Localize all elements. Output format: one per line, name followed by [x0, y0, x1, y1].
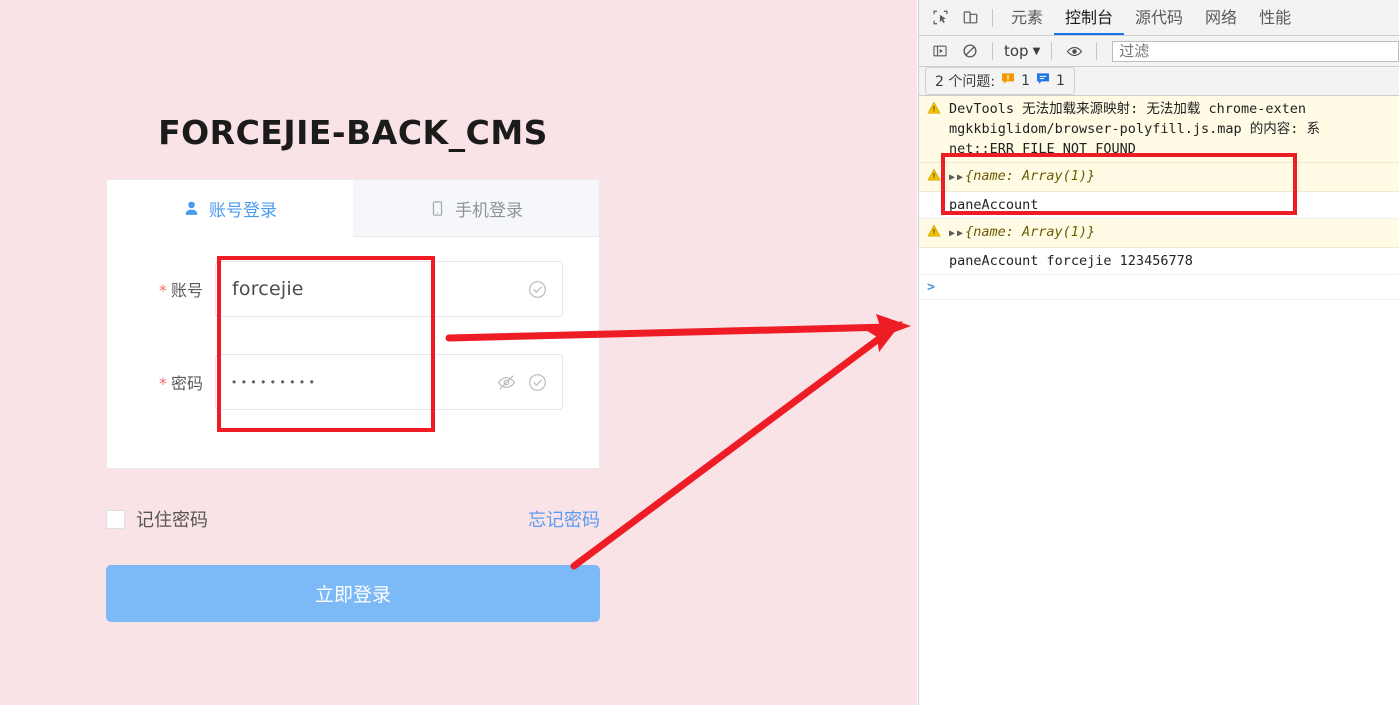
login-form: * 账号 forcejie * 密码 •••••••••: [107, 237, 599, 469]
tab-mobile-login[interactable]: 手机登录: [353, 180, 599, 237]
console-message-list[interactable]: DevTools 无法加载来源映射: 无法加载 chrome-exten mgk…: [919, 96, 1399, 705]
account-suffix-icons: [527, 262, 548, 316]
expand-triangle-icon[interactable]: ▶: [957, 224, 963, 244]
console-message-warning-sourcemap[interactable]: DevTools 无法加载来源映射: 无法加载 chrome-exten mgk…: [919, 96, 1399, 163]
console-message-object-1[interactable]: ▶ ▶ {name: Array(1)}: [919, 163, 1399, 192]
account-field-label: * 账号: [158, 281, 203, 300]
warning-triangle-icon: [927, 168, 941, 188]
password-field-row: * 密码 •••••••••: [107, 354, 599, 410]
info-bubble-icon: [1036, 72, 1050, 90]
console-filter-input[interactable]: [1112, 40, 1399, 62]
chevron-down-icon: ▼: [1032, 45, 1041, 57]
mobile-icon: [429, 200, 446, 217]
toolbar-divider: [992, 42, 993, 60]
account-input[interactable]: forcejie: [215, 261, 563, 317]
sourcemap-line-3: net::ERR_FILE_NOT_FOUND: [949, 141, 1136, 157]
console-message-paneaccount[interactable]: paneAccount: [919, 192, 1399, 219]
page-title: FORCEJIE-BACK_CMS: [158, 113, 548, 152]
check-circle-icon[interactable]: [527, 279, 548, 300]
password-field-label: * 密码: [158, 374, 203, 393]
warning-bubble-icon: [1001, 72, 1015, 90]
remember-password-label: 记住密码: [136, 510, 208, 531]
console-message-object-2[interactable]: ▶ ▶ {name: Array(1)}: [919, 219, 1399, 248]
login-submit-button[interactable]: 立即登录: [106, 565, 600, 622]
login-options-row: 记住密码 忘记密码: [106, 505, 600, 533]
eye-off-icon[interactable]: [496, 372, 517, 393]
toolbar-divider: [1051, 42, 1053, 60]
password-input[interactable]: •••••••••: [215, 354, 563, 410]
device-toolbar-icon[interactable]: [955, 4, 985, 32]
forgot-password-link[interactable]: 忘记密码: [528, 506, 600, 532]
context-selector-value: top: [1004, 42, 1029, 60]
console-message-paneaccount-values[interactable]: paneAccount forcejie 123456778: [919, 248, 1399, 275]
devtools-issues-bar: 2 个问题: 1 1: [919, 67, 1399, 96]
clear-console-icon[interactable]: [955, 37, 985, 65]
inspect-element-icon[interactable]: [925, 4, 955, 32]
required-asterisk: *: [158, 374, 167, 393]
tab-elements[interactable]: 元素: [1000, 0, 1054, 35]
console-message-text: paneAccount: [949, 197, 1039, 213]
tab-sources[interactable]: 源代码: [1124, 0, 1194, 35]
toolbar-divider: [1096, 42, 1098, 60]
context-selector[interactable]: top ▼: [1000, 42, 1044, 60]
eye-icon[interactable]: [1059, 37, 1089, 65]
screenshot-root: FORCEJIE-BACK_CMS 账号登录 手机登录 * 账号 forceji…: [0, 0, 1399, 705]
expand-triangle-icon[interactable]: ▶: [949, 224, 955, 244]
login-card: 账号登录 手机登录 * 账号 forcejie * 密码 •••••••••: [106, 179, 600, 469]
checkbox-box[interactable]: [106, 509, 125, 529]
login-tabs: 账号登录 手机登录: [107, 180, 599, 237]
tab-performance[interactable]: 性能: [1248, 0, 1302, 35]
sourcemap-line-2: mgkkbiglidom/browser-polyfill.js.map 的内容…: [949, 121, 1320, 137]
console-prompt-row[interactable]: >: [919, 275, 1399, 300]
warning-count: 1: [1021, 73, 1030, 89]
password-suffix-icons: [496, 355, 548, 409]
warning-triangle-icon: [927, 101, 941, 121]
sidebar-toggle-icon[interactable]: [925, 37, 955, 65]
account-field-row: * 账号 forcejie: [107, 261, 599, 317]
tab-account-login[interactable]: 账号登录: [107, 180, 353, 237]
tab-console[interactable]: 控制台: [1054, 0, 1125, 35]
tab-network[interactable]: 网络: [1194, 0, 1248, 35]
account-input-value: forcejie: [232, 278, 304, 300]
info-count: 1: [1056, 73, 1065, 89]
password-input-value: •••••••••: [232, 375, 320, 389]
check-circle-icon[interactable]: [527, 372, 548, 393]
expand-triangle-icon[interactable]: ▶: [957, 168, 963, 188]
console-message-text: paneAccount forcejie 123456778: [949, 253, 1193, 269]
devtools-console-toolbar: top ▼: [919, 36, 1399, 67]
object-preview-2: {name: Array(1)}: [965, 224, 1096, 240]
remember-password-checkbox[interactable]: 记住密码: [106, 506, 208, 532]
console-message-text: DevTools 无法加载来源映射: 无法加载 chrome-exten mgk…: [949, 99, 1393, 159]
devtools-panel: 元素 控制台 源代码 网络 性能 top ▼ 过滤 2 个问题: 1 1 Dev…: [918, 0, 1399, 705]
prompt-arrow-icon: >: [927, 279, 936, 295]
console-message-text: ▶ ▶ {name: Array(1)}: [949, 166, 1393, 188]
warning-triangle-icon: [927, 224, 941, 244]
toolbar-divider: [992, 8, 993, 27]
issues-label: 2 个问题:: [935, 74, 996, 90]
tab-mobile-login-label: 手机登录: [455, 200, 523, 220]
login-page: FORCEJIE-BACK_CMS 账号登录 手机登录 * 账号 forceji…: [0, 0, 917, 705]
expand-triangle-icon[interactable]: ▶: [949, 168, 955, 188]
issues-chip[interactable]: 2 个问题: 1 1: [925, 67, 1075, 95]
required-asterisk: *: [158, 281, 167, 300]
user-icon: [183, 200, 200, 217]
devtools-tabbar: 元素 控制台 源代码 网络 性能: [919, 0, 1399, 36]
sourcemap-line-1: DevTools 无法加载来源映射: 无法加载 chrome-exten: [949, 101, 1307, 117]
console-message-text: ▶ ▶ {name: Array(1)}: [949, 222, 1393, 244]
tab-account-login-label: 账号登录: [209, 200, 277, 220]
object-preview-1: {name: Array(1)}: [965, 168, 1096, 184]
